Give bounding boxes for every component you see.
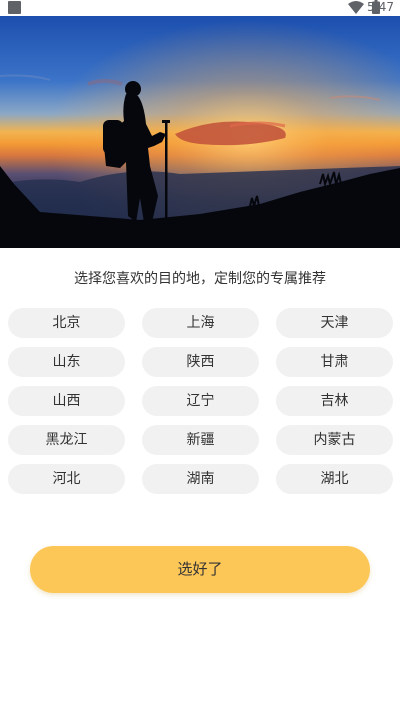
region-chip-gansu[interactable]: 甘肃 (276, 347, 393, 377)
page-subtitle: 选择您喜欢的目的地，定制您的专属推荐 (74, 271, 326, 287)
region-chip-shanghai[interactable]: 上海 (142, 308, 259, 338)
notification-square-icon (8, 1, 21, 14)
region-chip-shandong[interactable]: 山东 (8, 347, 125, 377)
region-chip-hubei[interactable]: 湖北 (276, 464, 393, 494)
region-chip-liaoning[interactable]: 辽宁 (142, 386, 259, 416)
status-bar: 5:47 (0, 0, 400, 16)
region-chip-xinjiang[interactable]: 新疆 (142, 425, 259, 455)
region-chip-neimenggu[interactable]: 内蒙古 (276, 425, 393, 455)
region-chip-shaanxi[interactable]: 陕西 (142, 347, 259, 377)
region-chip-tianjin[interactable]: 天津 (276, 308, 393, 338)
hiker-silhouette-sunset-photo (0, 16, 400, 248)
region-chip-heilongjiang[interactable]: 黑龙江 (8, 425, 125, 455)
region-grid: 北京 上海 天津 山东 陕西 甘肃 山西 辽宁 吉林 黑龙江 新疆 内蒙古 河北… (8, 308, 394, 494)
region-chip-beijing[interactable]: 北京 (8, 308, 125, 338)
region-chip-hunan[interactable]: 湖南 (142, 464, 259, 494)
hero-image (0, 16, 400, 248)
region-chip-shanxi[interactable]: 山西 (8, 386, 125, 416)
status-time: 5:47 (367, 0, 394, 14)
wifi-icon (348, 1, 364, 14)
confirm-button[interactable]: 选好了 (30, 546, 370, 593)
region-chip-hebei[interactable]: 河北 (8, 464, 125, 494)
region-chip-jilin[interactable]: 吉林 (276, 386, 393, 416)
